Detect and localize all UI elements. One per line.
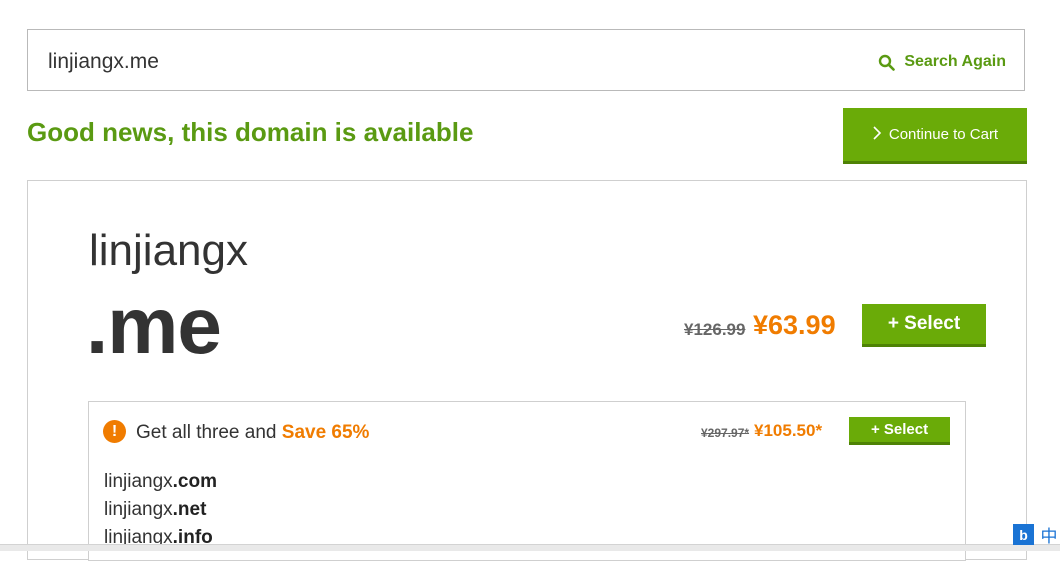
bundle-domain-sld: linjiangx — [104, 471, 173, 492]
select-bundle-button[interactable]: + Select — [849, 417, 950, 445]
domain-sld: linjiangx — [89, 226, 248, 275]
search-icon — [878, 54, 896, 71]
bundle-domain-sld: linjiangx — [104, 499, 173, 520]
continue-to-cart-button[interactable]: Continue to Cart — [843, 108, 1027, 164]
bundle-sale-price: ¥105.50* — [754, 421, 823, 440]
bing-tray-icon[interactable]: b — [1013, 524, 1034, 545]
bundle-offer-prefix: Get all three and — [136, 422, 282, 443]
search-again-button[interactable]: Search Again — [878, 51, 1006, 73]
sale-price: ¥63.99 — [753, 310, 836, 340]
continue-to-cart-label: Continue to Cart — [888, 126, 999, 143]
original-price: ¥126.99 — [684, 320, 746, 339]
domain-tld: .me — [86, 281, 222, 370]
list-item: linjiangx.net — [104, 498, 217, 526]
bundle-domain-tld: .net — [172, 499, 207, 520]
bundle-domain-list: linjiangx.com linjiangx.net linjiangx.in… — [104, 470, 217, 554]
chevron-right-icon — [872, 125, 882, 144]
bundle-save-text: Save 65% — [281, 422, 370, 443]
select-domain-button[interactable]: + Select — [862, 304, 986, 347]
domain-search-box: Search Again — [27, 29, 1025, 91]
ime-chinese-icon[interactable]: 中 — [1038, 523, 1060, 547]
domain-search-input[interactable] — [48, 49, 748, 75]
bundle-offer-text: Get all three and Save 65% — [136, 422, 369, 444]
list-item: linjiangx.com — [104, 470, 217, 498]
exclamation-icon: ! — [103, 420, 126, 443]
search-again-label: Search Again — [904, 53, 1006, 70]
availability-headline: Good news, this domain is available — [27, 117, 474, 147]
bundle-domain-tld: .com — [172, 471, 218, 492]
bundle-original-price: ¥297.97* — [701, 426, 750, 440]
